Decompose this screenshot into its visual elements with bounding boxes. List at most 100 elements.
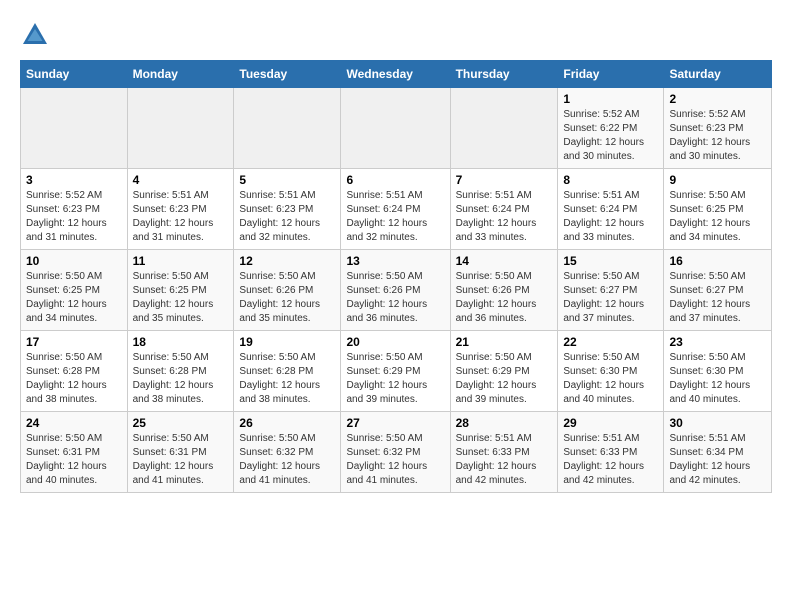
day-info: Sunrise: 5:50 AM Sunset: 6:27 PM Dayligh… (563, 270, 658, 326)
header-day-tuesday: Tuesday (234, 61, 341, 88)
day-number: 10 (26, 254, 122, 268)
week-row-4: 17 Sunrise: 5:50 AM Sunset: 6:28 PM Dayli… (21, 331, 772, 412)
calendar-cell: 5 Sunrise: 5:51 AM Sunset: 6:23 PM Daylig… (234, 169, 341, 250)
calendar-cell: 20 Sunrise: 5:50 AM Sunset: 6:29 PM Dayli… (341, 331, 450, 412)
calendar-cell (341, 88, 450, 169)
calendar-cell: 4 Sunrise: 5:51 AM Sunset: 6:23 PM Daylig… (127, 169, 234, 250)
day-info: Sunrise: 5:50 AM Sunset: 6:30 PM Dayligh… (669, 351, 766, 407)
header-row: SundayMondayTuesdayWednesdayThursdayFrid… (21, 61, 772, 88)
day-info: Sunrise: 5:50 AM Sunset: 6:26 PM Dayligh… (239, 270, 335, 326)
day-number: 19 (239, 335, 335, 349)
day-info: Sunrise: 5:50 AM Sunset: 6:26 PM Dayligh… (456, 270, 553, 326)
day-number: 14 (456, 254, 553, 268)
day-info: Sunrise: 5:50 AM Sunset: 6:26 PM Dayligh… (346, 270, 444, 326)
day-number: 3 (26, 173, 122, 187)
calendar-cell: 8 Sunrise: 5:51 AM Sunset: 6:24 PM Daylig… (558, 169, 664, 250)
page-header (20, 20, 772, 50)
day-info: Sunrise: 5:50 AM Sunset: 6:31 PM Dayligh… (133, 432, 229, 488)
day-info: Sunrise: 5:50 AM Sunset: 6:27 PM Dayligh… (669, 270, 766, 326)
calendar-cell: 19 Sunrise: 5:50 AM Sunset: 6:28 PM Dayli… (234, 331, 341, 412)
day-info: Sunrise: 5:52 AM Sunset: 6:23 PM Dayligh… (669, 108, 766, 164)
day-number: 17 (26, 335, 122, 349)
day-number: 21 (456, 335, 553, 349)
day-info: Sunrise: 5:50 AM Sunset: 6:25 PM Dayligh… (26, 270, 122, 326)
day-info: Sunrise: 5:51 AM Sunset: 6:33 PM Dayligh… (456, 432, 553, 488)
day-number: 15 (563, 254, 658, 268)
day-info: Sunrise: 5:50 AM Sunset: 6:29 PM Dayligh… (456, 351, 553, 407)
day-info: Sunrise: 5:50 AM Sunset: 6:25 PM Dayligh… (669, 189, 766, 245)
day-number: 8 (563, 173, 658, 187)
calendar-cell: 30 Sunrise: 5:51 AM Sunset: 6:34 PM Dayli… (664, 412, 772, 493)
week-row-2: 3 Sunrise: 5:52 AM Sunset: 6:23 PM Daylig… (21, 169, 772, 250)
day-info: Sunrise: 5:51 AM Sunset: 6:23 PM Dayligh… (239, 189, 335, 245)
calendar-cell: 29 Sunrise: 5:51 AM Sunset: 6:33 PM Dayli… (558, 412, 664, 493)
day-number: 28 (456, 416, 553, 430)
day-info: Sunrise: 5:50 AM Sunset: 6:30 PM Dayligh… (563, 351, 658, 407)
day-info: Sunrise: 5:51 AM Sunset: 6:23 PM Dayligh… (133, 189, 229, 245)
day-number: 30 (669, 416, 766, 430)
calendar-cell: 16 Sunrise: 5:50 AM Sunset: 6:27 PM Dayli… (664, 250, 772, 331)
calendar-cell (127, 88, 234, 169)
day-number: 25 (133, 416, 229, 430)
day-info: Sunrise: 5:50 AM Sunset: 6:32 PM Dayligh… (239, 432, 335, 488)
day-number: 9 (669, 173, 766, 187)
day-info: Sunrise: 5:50 AM Sunset: 6:28 PM Dayligh… (26, 351, 122, 407)
calendar-cell: 12 Sunrise: 5:50 AM Sunset: 6:26 PM Dayli… (234, 250, 341, 331)
day-number: 4 (133, 173, 229, 187)
calendar-cell: 23 Sunrise: 5:50 AM Sunset: 6:30 PM Dayli… (664, 331, 772, 412)
calendar-cell: 1Sunrise: 5:52 AM Sunset: 6:22 PM Daylig… (558, 88, 664, 169)
calendar-cell: 18 Sunrise: 5:50 AM Sunset: 6:28 PM Dayli… (127, 331, 234, 412)
calendar-cell: 6 Sunrise: 5:51 AM Sunset: 6:24 PM Daylig… (341, 169, 450, 250)
day-number: 26 (239, 416, 335, 430)
day-number: 23 (669, 335, 766, 349)
calendar-cell: 10 Sunrise: 5:50 AM Sunset: 6:25 PM Dayli… (21, 250, 128, 331)
calendar-cell: 26 Sunrise: 5:50 AM Sunset: 6:32 PM Dayli… (234, 412, 341, 493)
calendar-cell (21, 88, 128, 169)
day-info: Sunrise: 5:51 AM Sunset: 6:24 PM Dayligh… (346, 189, 444, 245)
day-info: Sunrise: 5:50 AM Sunset: 6:31 PM Dayligh… (26, 432, 122, 488)
calendar-cell (234, 88, 341, 169)
calendar-cell: 25 Sunrise: 5:50 AM Sunset: 6:31 PM Dayli… (127, 412, 234, 493)
calendar-cell: 3 Sunrise: 5:52 AM Sunset: 6:23 PM Daylig… (21, 169, 128, 250)
day-number: 2 (669, 92, 766, 106)
day-number: 12 (239, 254, 335, 268)
day-info: Sunrise: 5:50 AM Sunset: 6:28 PM Dayligh… (239, 351, 335, 407)
day-number: 13 (346, 254, 444, 268)
day-number: 7 (456, 173, 553, 187)
calendar-cell: 22 Sunrise: 5:50 AM Sunset: 6:30 PM Dayli… (558, 331, 664, 412)
calendar-cell: 28 Sunrise: 5:51 AM Sunset: 6:33 PM Dayli… (450, 412, 558, 493)
day-number: 18 (133, 335, 229, 349)
day-info: Sunrise: 5:51 AM Sunset: 6:33 PM Dayligh… (563, 432, 658, 488)
day-info: Sunrise: 5:52 AM Sunset: 6:23 PM Dayligh… (26, 189, 122, 245)
week-row-1: 1Sunrise: 5:52 AM Sunset: 6:22 PM Daylig… (21, 88, 772, 169)
header-day-monday: Monday (127, 61, 234, 88)
day-info: Sunrise: 5:50 AM Sunset: 6:29 PM Dayligh… (346, 351, 444, 407)
header-day-friday: Friday (558, 61, 664, 88)
calendar-cell: 15 Sunrise: 5:50 AM Sunset: 6:27 PM Dayli… (558, 250, 664, 331)
calendar-cell (450, 88, 558, 169)
logo (20, 20, 56, 50)
header-day-thursday: Thursday (450, 61, 558, 88)
day-number: 29 (563, 416, 658, 430)
day-number: 5 (239, 173, 335, 187)
day-info: Sunrise: 5:52 AM Sunset: 6:22 PM Dayligh… (563, 108, 658, 164)
calendar-cell: 11 Sunrise: 5:50 AM Sunset: 6:25 PM Dayli… (127, 250, 234, 331)
day-info: Sunrise: 5:50 AM Sunset: 6:25 PM Dayligh… (133, 270, 229, 326)
day-info: Sunrise: 5:50 AM Sunset: 6:32 PM Dayligh… (346, 432, 444, 488)
day-info: Sunrise: 5:51 AM Sunset: 6:24 PM Dayligh… (456, 189, 553, 245)
day-info: Sunrise: 5:50 AM Sunset: 6:28 PM Dayligh… (133, 351, 229, 407)
week-row-3: 10 Sunrise: 5:50 AM Sunset: 6:25 PM Dayli… (21, 250, 772, 331)
calendar-table: SundayMondayTuesdayWednesdayThursdayFrid… (20, 60, 772, 493)
calendar-cell: 17 Sunrise: 5:50 AM Sunset: 6:28 PM Dayli… (21, 331, 128, 412)
day-number: 16 (669, 254, 766, 268)
day-number: 22 (563, 335, 658, 349)
day-number: 27 (346, 416, 444, 430)
day-number: 20 (346, 335, 444, 349)
day-number: 11 (133, 254, 229, 268)
calendar-cell: 9 Sunrise: 5:50 AM Sunset: 6:25 PM Daylig… (664, 169, 772, 250)
calendar-cell: 21 Sunrise: 5:50 AM Sunset: 6:29 PM Dayli… (450, 331, 558, 412)
day-number: 6 (346, 173, 444, 187)
day-info: Sunrise: 5:51 AM Sunset: 6:34 PM Dayligh… (669, 432, 766, 488)
day-info: Sunrise: 5:51 AM Sunset: 6:24 PM Dayligh… (563, 189, 658, 245)
calendar-cell: 7 Sunrise: 5:51 AM Sunset: 6:24 PM Daylig… (450, 169, 558, 250)
